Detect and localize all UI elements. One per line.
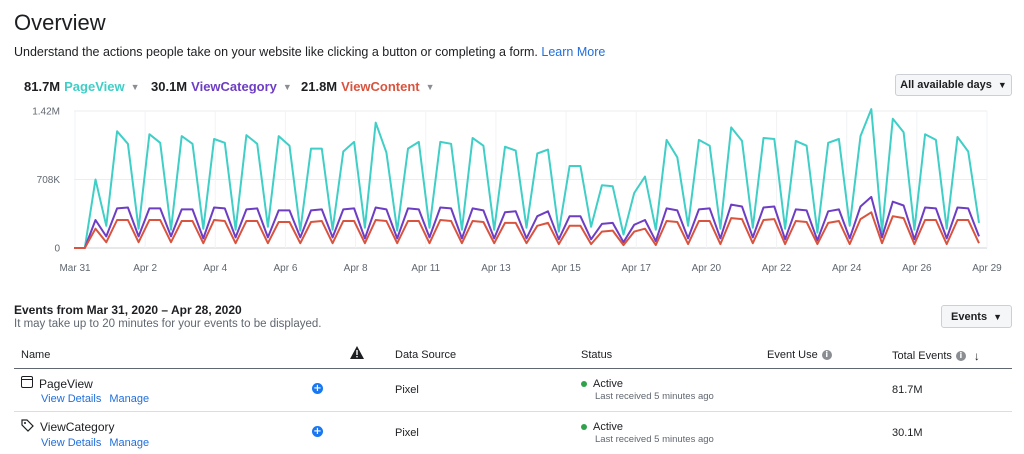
plus-icon[interactable]: +: [312, 426, 323, 437]
event-links: View Details Manage: [41, 437, 149, 449]
x-tick-label: Apr 4: [203, 263, 227, 274]
data-source-cell: Pixel: [395, 427, 419, 439]
metric-name: ViewContent: [341, 79, 420, 94]
metric-viewcontent-selector[interactable]: 21.8M ViewContent ▼: [301, 79, 435, 94]
column-header-label: Status: [581, 349, 613, 361]
manage-link[interactable]: Manage: [109, 393, 149, 405]
column-header-name[interactable]: Name: [21, 349, 50, 361]
date-range-select[interactable]: All available days ▼: [895, 74, 1012, 96]
manage-link[interactable]: Manage: [109, 437, 149, 449]
y-tick-label: 708K: [37, 175, 61, 186]
y-tick-label: 1.42M: [32, 107, 60, 118]
row-divider: [14, 411, 1012, 412]
column-header-data-source[interactable]: Data Source: [395, 349, 456, 361]
status-text: Active: [593, 421, 623, 433]
y-tick-label: 0: [54, 244, 60, 255]
data-source-cell: Pixel: [395, 384, 419, 396]
metric-name: PageView: [64, 79, 125, 94]
column-header-label: Event Use: [767, 349, 818, 361]
events-note: It may take up to 20 minutes for your ev…: [14, 318, 322, 330]
x-tick-label: Apr 22: [762, 263, 792, 274]
x-tick-label: Apr 20: [692, 263, 722, 274]
info-icon[interactable]: i: [955, 351, 966, 361]
metric-value: 81.7M: [24, 79, 61, 94]
sort-arrow-down-icon[interactable]: ↓: [974, 349, 980, 363]
events-dropdown-button[interactable]: Events ▼: [941, 305, 1012, 328]
status-cell: Active Last received 5 minutes ago: [581, 421, 714, 445]
total-events-cell: 81.7M: [892, 384, 923, 396]
event-links: View Details Manage: [41, 393, 149, 405]
events-button-label: Events: [951, 310, 988, 323]
events-heading: Events from Mar 31, 2020 – Apr 28, 2020: [14, 303, 242, 317]
chevron-down-icon: ▼: [282, 81, 292, 92]
status-subtext: Last received 5 minutes ago: [595, 434, 714, 445]
view-details-link[interactable]: View Details: [41, 437, 101, 449]
column-header-label: Data Source: [395, 349, 457, 361]
active-status-dot-icon: [581, 381, 587, 387]
plus-icon[interactable]: +: [312, 383, 323, 394]
events-line-chart: 1.42M 708K 0 Mar 31 Apr 2 Apr 4 Apr 6 Apr 8 Apr…: [32, 107, 1002, 275]
column-header-label: Name: [21, 349, 51, 361]
x-tick-label: Apr 6: [274, 263, 298, 274]
metric-value: 30.1M: [151, 79, 188, 94]
metric-value: 21.8M: [301, 79, 338, 94]
subtitle-text: Understand the actions people take on yo…: [14, 45, 538, 59]
page-title: Overview: [14, 10, 106, 35]
active-status-dot-icon: [581, 424, 587, 430]
event-name: ViewCategory: [40, 420, 115, 434]
column-header-total-events[interactable]: Total Events i ↓: [892, 349, 980, 363]
x-tick-label: Apr 13: [481, 263, 511, 274]
status-cell: Active Last received 5 minutes ago: [581, 378, 714, 402]
x-tick-label: Mar 31: [59, 263, 91, 274]
chevron-down-icon: ▼: [130, 81, 140, 92]
status-text: Active: [593, 378, 623, 390]
table-row: ViewCategory View Details Manage: [21, 419, 149, 449]
chevron-down-icon: ▼: [997, 80, 1007, 90]
column-header-event-use[interactable]: Event Use i: [767, 349, 832, 361]
info-icon[interactable]: i: [821, 350, 832, 360]
event-name: PageView: [39, 376, 93, 391]
x-tick-label: Apr 11: [411, 263, 440, 274]
learn-more-link[interactable]: Learn More: [541, 45, 605, 59]
event-name-cell: PageView: [21, 376, 149, 391]
date-range-label: All available days: [900, 79, 992, 91]
x-tick-label: Apr 29: [972, 263, 1002, 274]
page-icon: [21, 376, 33, 391]
column-header-label: Total Events: [892, 350, 952, 362]
page-subtitle: Understand the actions people take on yo…: [14, 45, 605, 59]
table-row: PageView View Details Manage: [21, 376, 149, 405]
status-subtext: Last received 5 minutes ago: [595, 391, 714, 402]
warning-icon[interactable]: [350, 346, 364, 364]
table-header-divider: [14, 368, 1012, 369]
x-tick-label: Apr 26: [902, 263, 932, 274]
x-tick-label: Apr 2: [133, 263, 157, 274]
x-tick-label: Apr 17: [621, 263, 651, 274]
metric-pageview-selector[interactable]: 81.7M PageView ▼: [24, 79, 140, 94]
x-tick-label: Apr 24: [832, 263, 862, 274]
x-tick-label: Apr 15: [551, 263, 581, 274]
metric-viewcategory-selector[interactable]: 30.1M ViewCategory ▼: [151, 79, 292, 94]
chevron-down-icon: ▼: [425, 81, 435, 92]
metric-name: ViewCategory: [191, 79, 277, 94]
x-tick-label: Apr 8: [344, 263, 368, 274]
total-events-cell: 30.1M: [892, 427, 923, 439]
column-header-status[interactable]: Status: [581, 349, 612, 361]
tag-icon: [21, 419, 34, 435]
view-details-link[interactable]: View Details: [41, 393, 101, 405]
event-name-cell: ViewCategory: [21, 419, 149, 435]
chevron-down-icon: ▼: [993, 311, 1002, 322]
